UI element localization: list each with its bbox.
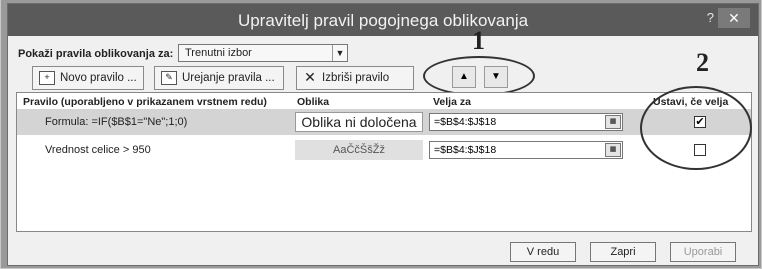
rule-condition: Vrednost celice > 950 xyxy=(45,144,151,156)
rule-row-2[interactable]: Vrednost celice > 950 AaČčŠšŽž =$B$4:$J$… xyxy=(17,137,751,163)
annotation-number-1: 1 xyxy=(472,26,485,55)
format-preview: Oblika ni določena xyxy=(295,112,423,132)
header-rule: Pravilo (uporabljeno v prikazanem vrstne… xyxy=(23,96,267,108)
show-rules-value: Trenutni izbor xyxy=(185,47,252,59)
annotation-ellipse-2 xyxy=(640,86,752,170)
range-picker-icon[interactable]: ▦ xyxy=(605,143,621,157)
format-preview: AaČčŠšŽž xyxy=(295,140,423,160)
chevron-down-icon[interactable]: ▼ xyxy=(332,45,347,61)
ok-button[interactable]: V redu xyxy=(510,242,576,262)
delete-rule-button[interactable]: ✕ Izbriši pravilo xyxy=(296,66,414,90)
header-applies: Velja za xyxy=(433,96,471,108)
show-rules-select[interactable]: Trenutni izbor ▼ xyxy=(178,44,348,62)
close-button[interactable]: Zapri xyxy=(590,242,656,262)
annotation-number-2: 2 xyxy=(696,48,709,77)
range-picker-icon[interactable]: ▦ xyxy=(605,115,621,129)
help-button[interactable]: ? xyxy=(707,10,714,25)
delete-rule-label: Izbriši pravilo xyxy=(322,72,390,84)
applies-to-field[interactable]: =$B$4:$J$18 ▦ xyxy=(429,141,623,159)
conditional-formatting-dialog: Upravitelj pravil pogojnega oblikovanja … xyxy=(7,3,759,266)
delete-x-icon: ✕ xyxy=(304,68,316,85)
rules-table: Pravilo (uporabljeno v prikazanem vrstne… xyxy=(16,92,752,232)
applies-to-value: =$B$4:$J$18 xyxy=(434,144,497,156)
new-rule-button[interactable]: + Novo pravilo ... xyxy=(32,66,144,90)
edit-rule-icon: ✎ xyxy=(161,70,177,85)
new-rule-label: Novo pravilo ... xyxy=(60,72,137,84)
edit-rule-button[interactable]: ✎ Urejanje pravila ... xyxy=(154,66,284,90)
close-window-button[interactable]: ✕ xyxy=(718,8,750,28)
applies-to-field[interactable]: =$B$4:$J$18 ▦ xyxy=(429,113,623,131)
annotation-ellipse-1 xyxy=(423,56,535,96)
new-rule-icon: + xyxy=(39,70,55,85)
edit-rule-label: Urejanje pravila ... xyxy=(182,72,275,84)
rule-condition: Formula: =IF($B$1="Ne";1;0) xyxy=(45,116,188,128)
applies-to-value: =$B$4:$J$18 xyxy=(434,116,497,128)
header-format: Oblika xyxy=(297,96,330,108)
screenshot-frame: Upravitelj pravil pogojnega oblikovanja … xyxy=(1,0,761,268)
dialog-title: Upravitelj pravil pogojnega oblikovanja xyxy=(237,11,529,30)
title-bar: Upravitelj pravil pogojnega oblikovanja … xyxy=(8,4,758,36)
apply-button[interactable]: Uporabi xyxy=(670,242,736,262)
show-rules-label: Pokaži pravila oblikovanja za: xyxy=(18,48,174,60)
